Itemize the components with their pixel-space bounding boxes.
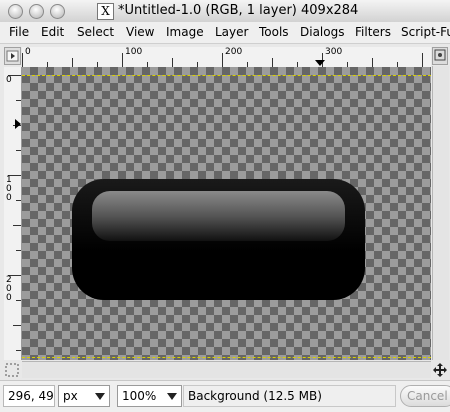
- unit-select[interactable]: px: [58, 385, 110, 407]
- unit-value: px: [63, 389, 78, 403]
- h-ruler-label: 100: [125, 47, 143, 57]
- menu-arrow-icon: [6, 50, 19, 62]
- menu-edit[interactable]: Edit: [41, 25, 64, 39]
- v-ruler-label: 100: [6, 175, 12, 203]
- menu-script-fu[interactable]: Script-Fu: [401, 25, 450, 39]
- menu-tools[interactable]: Tools: [259, 25, 289, 39]
- h-ruler-label: 0: [25, 47, 31, 57]
- quick-mask-toggle[interactable]: [4, 362, 20, 378]
- title-bar: X *Untitled-1.0 (RGB, 1 layer) 409x284: [0, 0, 450, 23]
- zoom-to-fit-button[interactable]: [432, 47, 448, 65]
- chevron-down-icon: [167, 393, 177, 400]
- menubar: File Edit Select View Image Layer Tools …: [0, 22, 450, 44]
- layer-boundary-top: [22, 75, 431, 76]
- image-menu-button[interactable]: [4, 47, 21, 65]
- menu-filters[interactable]: Filters: [355, 25, 391, 39]
- menu-view[interactable]: View: [126, 25, 154, 39]
- pointer-marker: [15, 119, 21, 129]
- zoom-icon[interactable]: [50, 4, 65, 19]
- cancel-button[interactable]: Cancel: [400, 385, 450, 407]
- x11-icon: X: [97, 3, 114, 20]
- pointer-marker: [315, 60, 325, 66]
- menu-image[interactable]: Image: [166, 25, 204, 39]
- menu-file[interactable]: File: [9, 25, 29, 39]
- window-title: *Untitled-1.0 (RGB, 1 layer) 409x284: [118, 3, 359, 18]
- quick-mask-icon: [5, 363, 19, 377]
- layer-boundary-bottom: [22, 357, 431, 358]
- h-ruler-label: 200: [225, 47, 243, 57]
- v-ruler-label: 200: [6, 275, 12, 303]
- h-ruler-label: 300: [325, 47, 343, 57]
- menu-dialogs[interactable]: Dialogs: [300, 25, 344, 39]
- navigate-icon: [433, 363, 447, 377]
- menu-select[interactable]: Select: [77, 25, 114, 39]
- minimize-icon[interactable]: [29, 4, 44, 19]
- vertical-ruler: 0 100 200: [4, 67, 22, 360]
- button-gloss: [92, 191, 345, 241]
- horizontal-scrollbar[interactable]: [22, 361, 431, 378]
- status-bar: 296, 49 px 100% Background (12.5 MB) Can…: [0, 380, 450, 412]
- navigate-button[interactable]: [432, 361, 448, 378]
- vertical-scrollbar[interactable]: [432, 66, 449, 360]
- menu-layer[interactable]: Layer: [215, 25, 248, 39]
- zoom-value: 100%: [122, 389, 157, 403]
- close-icon[interactable]: [8, 4, 23, 19]
- pointer-coords: 296, 49: [3, 385, 55, 407]
- chevron-down-icon: [95, 393, 105, 400]
- zoom-select[interactable]: 100%: [117, 385, 182, 407]
- layer-info: Background (12.5 MB): [183, 385, 396, 407]
- horizontal-ruler: 0 100 200 300: [22, 47, 431, 68]
- image-canvas[interactable]: [22, 67, 431, 360]
- v-ruler-label: 0: [6, 75, 12, 85]
- zoom-to-fit-icon: [434, 49, 446, 61]
